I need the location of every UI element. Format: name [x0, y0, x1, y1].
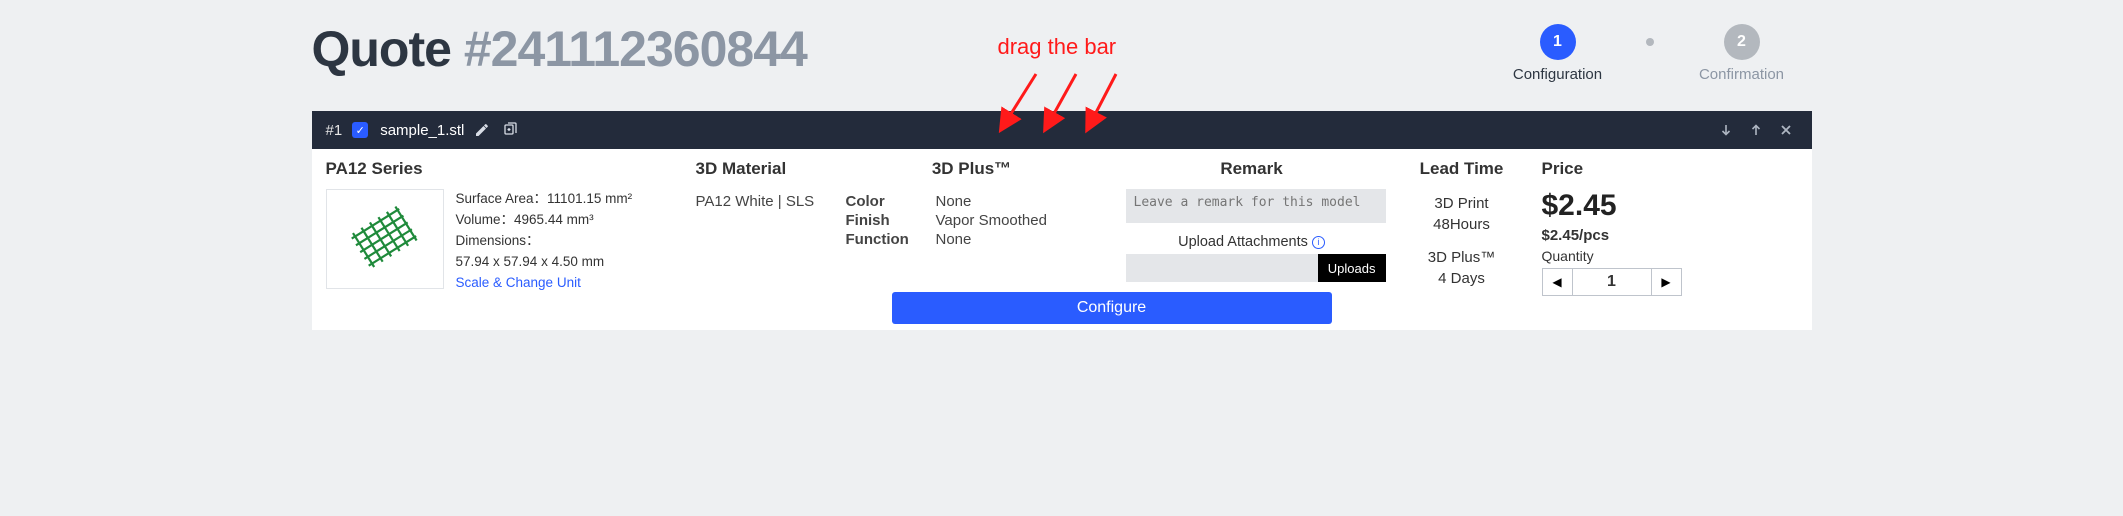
upload-attachments-label: Upload Attachments [1178, 234, 1308, 250]
qty-decrement-button[interactable]: ◀ [1543, 269, 1573, 295]
plus-finish-key: Finish [846, 212, 936, 229]
close-icon[interactable] [1774, 118, 1798, 142]
lead-time-column: Lead Time 3D Print 48Hours 3D Plus™ 4 Da… [1392, 149, 1532, 330]
qty-increment-button[interactable]: ▶ [1651, 269, 1681, 295]
dimensions-label: Dimensions： [456, 233, 540, 248]
volume-value: 4965.44 mm³ [514, 212, 594, 227]
lead-3dplus-label: 3D Plus™ [1406, 247, 1518, 268]
material-value: PA12 White | SLS [696, 193, 818, 210]
move-up-icon[interactable] [1744, 118, 1768, 142]
move-down-icon[interactable] [1714, 118, 1738, 142]
step-2-circle: 2 [1724, 24, 1760, 60]
plus-function-value: None [936, 231, 1098, 248]
lead-time-header: Lead Time [1406, 159, 1518, 185]
plus-finish-value: Vapor Smoothed [936, 212, 1098, 229]
series-header: PA12 Series [326, 159, 668, 185]
remark-column: Remark Upload Attachments i Uploads [1112, 149, 1392, 298]
plus-column: 3D Plus™ Color None Finish Vapor Smoothe… [832, 149, 1112, 298]
lead-3dprint-label: 3D Print [1406, 193, 1518, 214]
surface-area-label: Surface Area： [456, 191, 548, 206]
part-specs: Surface Area：11101.15 mm² Volume：4965.44… [456, 189, 633, 294]
item-checkbox[interactable]: ✓ [352, 122, 368, 138]
remark-input[interactable] [1126, 189, 1386, 223]
quote-number: #241112360844 [464, 21, 807, 77]
step-2-label: Confirmation [1699, 66, 1784, 83]
surface-area-value: 11101.15 mm² [547, 191, 632, 206]
scale-change-unit-link[interactable]: Scale & Change Unit [456, 273, 633, 294]
plus-color-key: Color [846, 193, 936, 210]
price-header: Price [1542, 159, 1798, 185]
item-header-bar[interactable]: #1 ✓ sample_1.stl [312, 111, 1812, 149]
qty-value: 1 [1573, 269, 1651, 295]
step-confirmation[interactable]: 2 Confirmation [1672, 24, 1812, 83]
duplicate-icon[interactable] [500, 120, 520, 140]
line-item-card: PA12 Series Surface Area：1110 [312, 149, 1812, 330]
lead-3dplus-value: 4 Days [1406, 268, 1518, 289]
step-separator-dot [1646, 38, 1654, 46]
material-header: 3D Material [696, 159, 818, 185]
configure-button[interactable]: Configure [892, 292, 1332, 324]
plus-color-value: None [936, 193, 1098, 210]
page-title: Quote #241112360844 [312, 20, 807, 78]
plus-header: 3D Plus™ [846, 159, 1098, 185]
quote-word: Quote [312, 21, 464, 77]
upload-field[interactable] [1126, 254, 1318, 282]
price-per-piece: $2.45/pcs [1542, 227, 1798, 244]
step-indicator: 1 Configuration 2 Confirmation [1488, 20, 1812, 83]
price-amount: $2.45 [1542, 189, 1798, 223]
step-1-circle: 1 [1540, 24, 1576, 60]
series-column: PA12 Series Surface Area：1110 [312, 149, 682, 330]
quantity-label: Quantity [1542, 248, 1798, 264]
plus-function-key: Function [846, 231, 936, 248]
step-1-label: Configuration [1513, 66, 1602, 83]
item-index: #1 [326, 122, 343, 139]
price-column: Price $2.45 $2.45/pcs Quantity ◀ 1 ▶ [1532, 149, 1812, 330]
remark-header: Remark [1126, 159, 1378, 185]
item-filename: sample_1.stl [380, 122, 464, 139]
part-thumbnail[interactable] [326, 189, 444, 289]
uploads-button[interactable]: Uploads [1318, 254, 1386, 282]
quantity-stepper[interactable]: ◀ 1 ▶ [1542, 268, 1682, 296]
info-icon[interactable]: i [1312, 236, 1325, 249]
lead-3dprint-value: 48Hours [1406, 214, 1518, 235]
volume-label: Volume： [456, 212, 515, 227]
material-column: 3D Material PA12 White | SLS [682, 149, 832, 330]
step-configuration[interactable]: 1 Configuration [1488, 24, 1628, 83]
edit-icon[interactable] [472, 120, 492, 140]
dimensions-value: 57.94 x 57.94 x 4.50 mm [456, 254, 605, 269]
